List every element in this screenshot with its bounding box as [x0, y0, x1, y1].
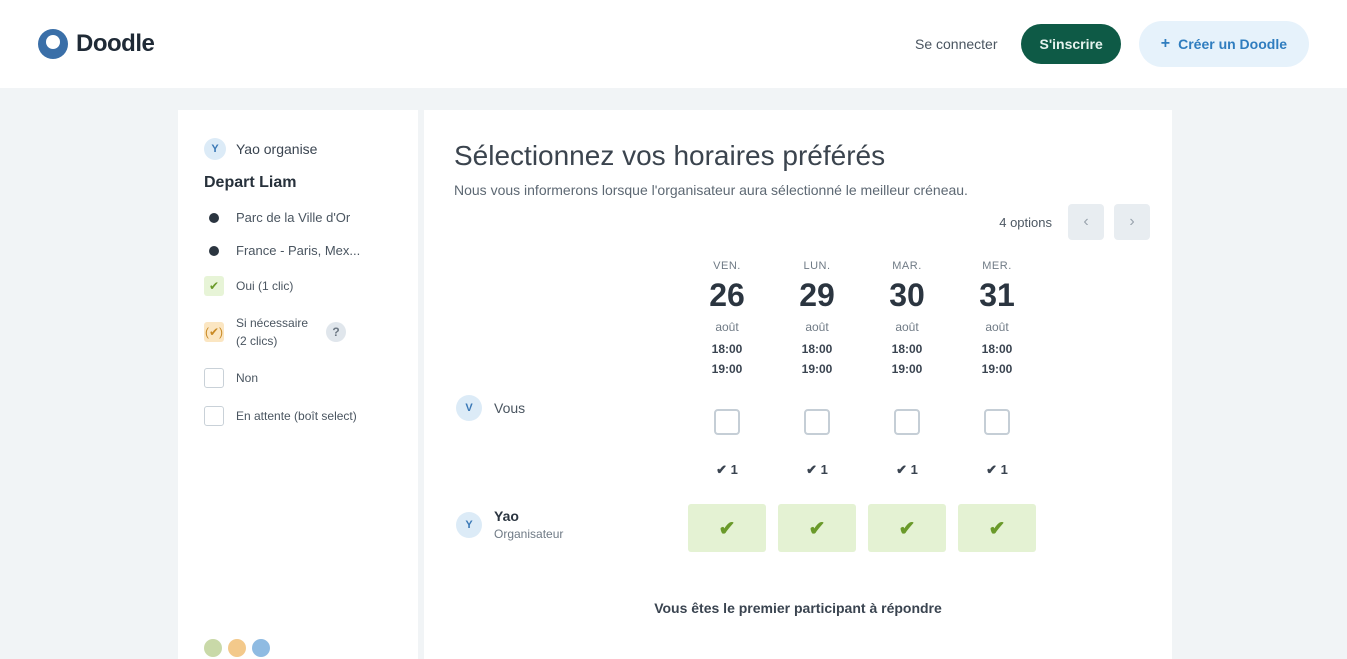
start-time: 18:00 — [891, 342, 923, 356]
day-of-week: MER. — [982, 260, 1012, 272]
availability-checkbox[interactable] — [984, 409, 1010, 435]
first-participant-message: Vous êtes le premier participant à répon… — [654, 600, 942, 616]
legend-maybe-line1: Si nécessaire — [236, 316, 309, 330]
day-number: 29 — [799, 277, 835, 313]
options-count: 4 options — [999, 214, 1052, 230]
legend-yes-label: Oui (1 clic) — [236, 279, 294, 293]
day-of-week: MAR. — [892, 260, 922, 272]
organizer-yes-cell: ✔ — [688, 504, 766, 552]
organizer-row-avatar: Y — [456, 511, 482, 538]
date-column: LUN. 29 août 18:00 19:00 — [778, 260, 856, 376]
check-icon: ✔ — [988, 517, 1006, 540]
doodle-logo[interactable]: Doodle — [38, 29, 155, 59]
participant-avatar — [252, 639, 270, 657]
location-item: Parc de la Ville d'Or — [204, 210, 392, 225]
globe-icon — [209, 245, 219, 256]
check-icon: ✔ — [718, 517, 736, 540]
date-column: MER. 31 août 18:00 19:00 — [958, 260, 1036, 376]
check-icon: ✔ — [898, 517, 916, 540]
participant-avatar — [228, 639, 246, 657]
legend-no: Non — [204, 368, 392, 388]
you-avatar: V — [456, 395, 482, 421]
you-label: Vous — [494, 400, 526, 416]
legend-pending: En attente (boît select) — [204, 406, 392, 426]
yes-count: ✔ 1 — [806, 462, 828, 477]
organizer-yes-cell: ✔ — [778, 504, 856, 552]
organizer-yes-cell: ✔ — [868, 504, 946, 552]
organizer-info: Yao Organisateur — [494, 508, 563, 541]
day-number: 31 — [979, 277, 1015, 313]
poll-panel: Sélectionnez vos horaires préférés Nous … — [424, 110, 1172, 659]
doodle-logo-icon — [38, 29, 68, 59]
start-time: 18:00 — [981, 342, 1013, 356]
location-pin-icon — [209, 212, 219, 223]
end-time: 19:00 — [711, 362, 743, 376]
legend-maybe-line2: (2 clics) — [236, 334, 278, 348]
month: août — [805, 320, 829, 334]
yes-count: ✔ 1 — [986, 462, 1008, 477]
pending-icon — [204, 406, 224, 426]
end-time: 19:00 — [981, 362, 1013, 376]
event-sidebar: Y Yao organise Depart Liam Parc de la Vi… — [178, 110, 418, 659]
timezone-item[interactable]: France - Paris, Mex... — [204, 243, 392, 258]
day-number: 26 — [709, 277, 745, 313]
participant-avatar — [204, 639, 222, 657]
organizer-role: Organisateur — [494, 527, 564, 541]
start-time: 18:00 — [801, 342, 833, 356]
date-column: VEN. 26 août 18:00 19:00 — [688, 260, 766, 376]
availability-checkbox[interactable] — [894, 409, 920, 435]
event-title: Depart Liam — [204, 174, 297, 191]
legend-maybe-label: Si nécessaire (2 clics) — [236, 314, 308, 350]
participant-avatars — [204, 639, 270, 657]
day-of-week: LUN. — [803, 260, 831, 272]
you-row-label: V Vous — [456, 395, 525, 421]
date-column: MAR. 30 août 18:00 19:00 — [868, 260, 946, 376]
timezone-text: France - Paris, Mex... — [236, 243, 361, 258]
logo-text: Doodle — [76, 30, 155, 57]
yes-count: ✔ 1 — [896, 462, 918, 477]
previous-arrow-icon[interactable]: ‹ — [1068, 204, 1104, 240]
month: août — [895, 320, 919, 334]
organizer-row: Y Yao organise — [204, 138, 392, 160]
organizer-avatar: Y — [204, 138, 226, 160]
end-time: 19:00 — [801, 362, 833, 376]
empty-checkbox-icon — [204, 368, 224, 388]
signup-button[interactable]: S'inscrire — [1021, 24, 1121, 64]
legend-no-label: Non — [236, 371, 259, 385]
header-actions: Se connecter S'inscrire + Créer un Doodl… — [915, 21, 1309, 67]
organizer-name: Yao — [494, 508, 519, 524]
legend-pending-label: En attente (boît select) — [236, 409, 357, 423]
page-title: Sélectionnez vos horaires préférés — [454, 140, 886, 171]
day-number: 30 — [889, 277, 925, 313]
create-doodle-label: Créer un Doodle — [1178, 36, 1287, 52]
organizer-row-label: Y Yao Organisateur — [456, 508, 563, 541]
check-icon: ✔ — [808, 517, 826, 540]
month: août — [715, 320, 739, 334]
location-text: Parc de la Ville d'Or — [236, 210, 351, 225]
legend-yes: ✔ Oui (1 clic) — [204, 276, 392, 296]
month: août — [985, 320, 1009, 334]
next-arrow-icon[interactable]: › — [1114, 204, 1150, 240]
end-time: 19:00 — [891, 362, 923, 376]
organizer-label: Yao organise — [236, 141, 318, 157]
login-link[interactable]: Se connecter — [915, 36, 998, 52]
start-time: 18:00 — [711, 342, 743, 356]
yes-count: ✔ 1 — [716, 462, 738, 477]
day-of-week: VEN. — [713, 260, 741, 272]
create-doodle-button[interactable]: + Créer un Doodle — [1138, 21, 1309, 67]
page-subtitle: Nous vous informerons lorsque l'organisa… — [454, 182, 968, 198]
check-icon: ✔ — [204, 276, 224, 296]
availability-checkbox[interactable] — [804, 409, 830, 435]
options-navigation: 4 options ‹ › — [999, 204, 1150, 240]
availability-checkbox[interactable] — [714, 409, 740, 435]
legend-maybe: (✔) Si nécessaire (2 clics) ? — [204, 314, 392, 350]
maybe-icon: (✔) — [204, 322, 224, 342]
organizer-yes-cell: ✔ — [958, 504, 1036, 552]
plus-icon: + — [1160, 35, 1171, 52]
top-navigation-bar: Doodle Se connecter S'inscrire + Créer u… — [0, 0, 1347, 88]
help-icon[interactable]: ? — [326, 322, 347, 342]
